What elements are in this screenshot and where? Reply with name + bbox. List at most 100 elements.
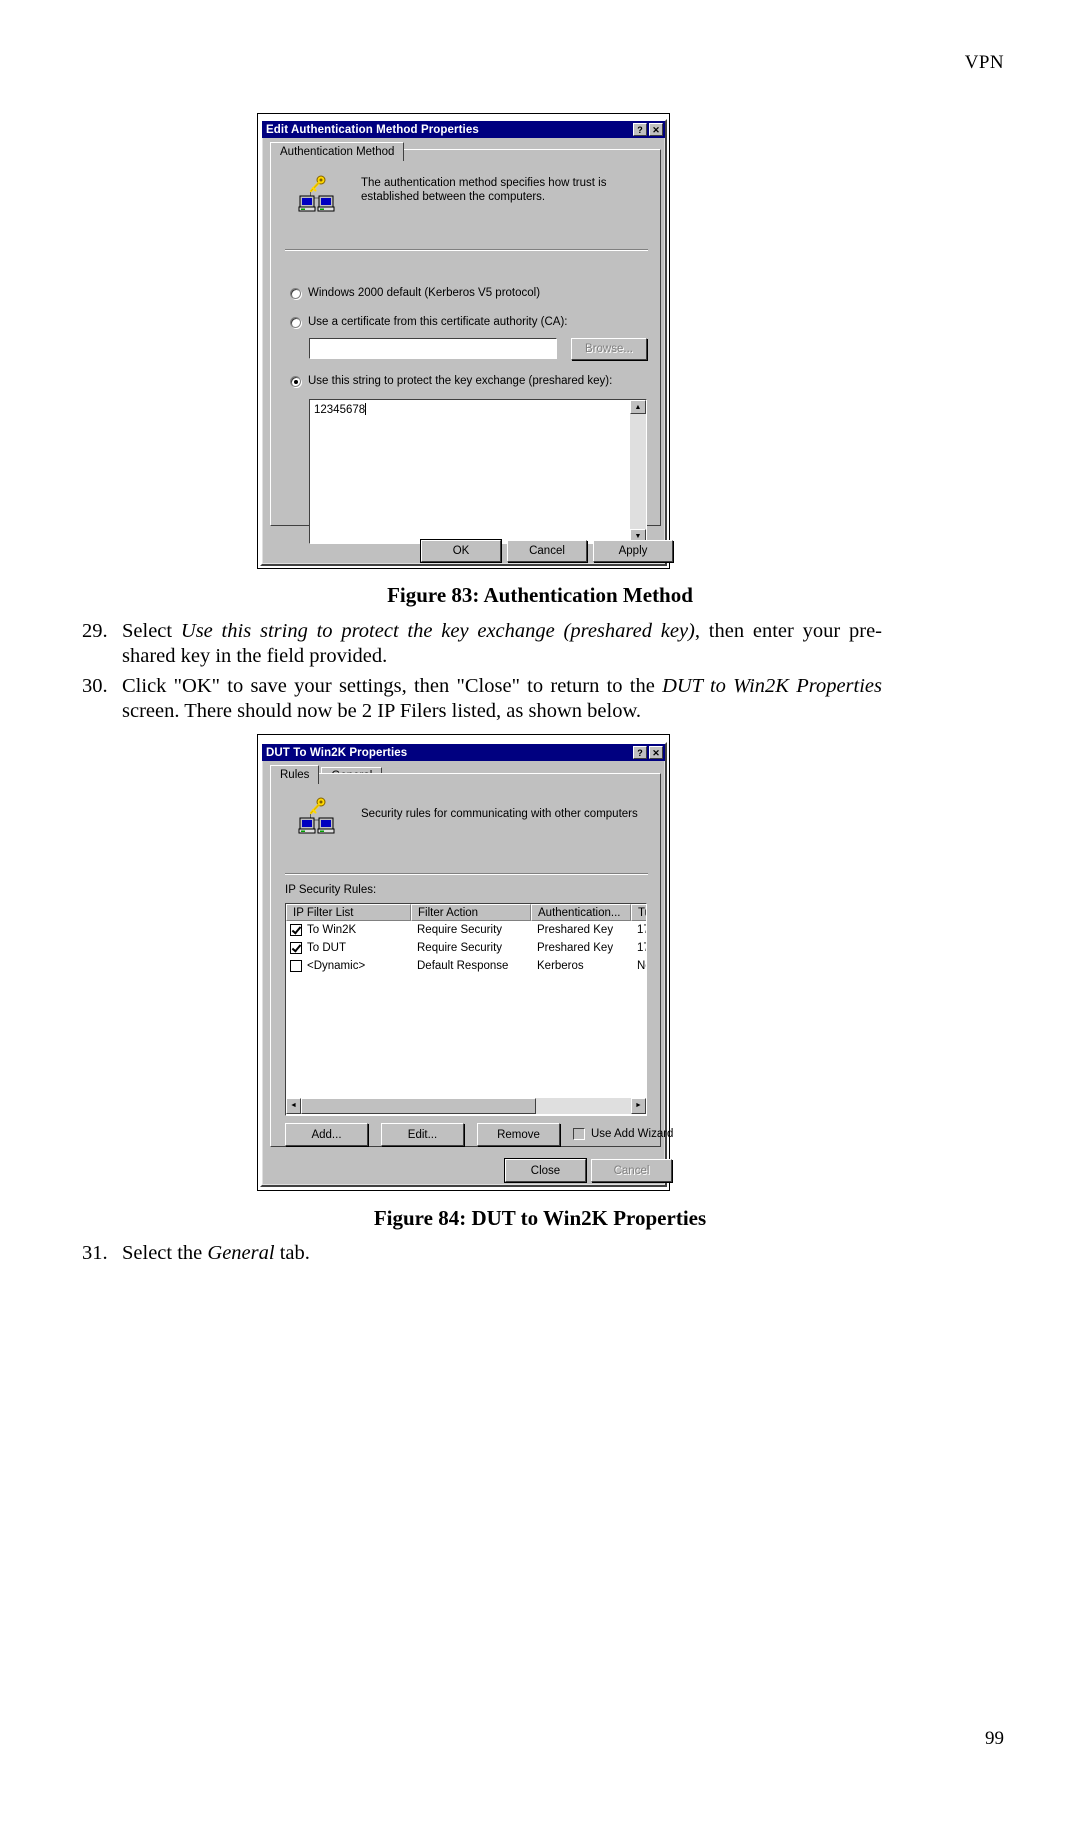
apply-button[interactable]: Apply — [593, 540, 673, 562]
use-add-wizard-label: Use Add Wizard — [591, 1128, 674, 1140]
step-text-italic: General — [207, 1242, 275, 1264]
cell-text: To DUT — [307, 942, 346, 954]
step-text-part2: screen. There should now be 2 IP Filers … — [122, 700, 642, 722]
dialog-titlebar: DUT To Win2K Properties ? ✕ — [262, 744, 665, 761]
scroll-right-icon[interactable]: ► — [631, 1098, 646, 1114]
step-text-part1: Select — [122, 620, 181, 642]
ok-button[interactable]: OK — [421, 540, 501, 562]
radio-button-indicator[interactable] — [290, 288, 301, 299]
key-and-computers-icon — [297, 174, 337, 212]
rules-description: Security rules for communicating with ot… — [361, 808, 638, 820]
add-button[interactable]: Add... — [285, 1123, 368, 1146]
step-30: 30. Click "OK" to save your settings, th… — [82, 674, 882, 724]
scrollbar-thumb[interactable] — [301, 1098, 536, 1114]
cell-ip-filter-list: To Win2K — [286, 924, 411, 936]
key-and-computers-icon — [297, 796, 337, 834]
dut-to-win2k-properties-dialog: DUT To Win2K Properties ? ✕ Rules Genera… — [260, 742, 673, 1187]
cell-tunnel: 17 — [637, 924, 646, 936]
row-checkbox[interactable] — [290, 960, 302, 972]
step-number: 30. — [82, 675, 108, 697]
radio-label: Windows 2000 default (Kerberos V5 protoc… — [308, 287, 541, 299]
step-text-part1: Click "OK" to save your settings, then "… — [122, 675, 663, 697]
step-number: 31. — [82, 1242, 108, 1264]
use-add-wizard-checkbox[interactable] — [573, 1128, 585, 1140]
column-header-filter-action[interactable]: Filter Action — [411, 904, 531, 921]
text-caret — [365, 403, 367, 415]
listview-header-row: IP Filter List Filter Action Authenticat… — [286, 904, 646, 921]
radio-windows-2000-default[interactable]: Windows 2000 default (Kerberos V5 protoc… — [290, 287, 540, 299]
radio-use-preshared-key[interactable]: Use this string to protect the key excha… — [290, 375, 612, 387]
separator-line — [285, 249, 648, 251]
step-text: Select Use this string to protect the ke… — [122, 619, 882, 669]
cell-tunnel: 17 — [637, 942, 646, 954]
step-text: Click "OK" to save your settings, then "… — [122, 674, 882, 724]
use-add-wizard-checkbox-row[interactable]: Use Add Wizard — [573, 1128, 673, 1140]
dialog-titlebar: Edit Authentication Method Properties ? … — [262, 121, 665, 138]
step-31: 31. Select the General tab. — [82, 1241, 882, 1266]
close-icon[interactable]: ✕ — [649, 746, 663, 759]
preshared-key-value: 12345678 — [314, 404, 366, 416]
cancel-button[interactable]: Cancel — [591, 1159, 672, 1182]
figure-84-image-frame: DUT To Win2K Properties ? ✕ Rules Genera… — [257, 734, 673, 1191]
close-icon[interactable]: ✕ — [649, 123, 663, 136]
listview-horizontal-scrollbar[interactable]: ◄ ► — [286, 1098, 646, 1114]
help-icon[interactable]: ? — [633, 746, 647, 759]
ip-security-rules-listview[interactable]: IP Filter List Filter Action Authenticat… — [285, 903, 647, 1116]
ip-security-rules-label: IP Security Rules: — [285, 884, 377, 896]
step-text-italic: DUT to Win2K Properties — [662, 675, 882, 697]
radio-use-certificate-authority[interactable]: Use a certificate from this certificate … — [290, 316, 567, 328]
page-header-vpn: VPN — [964, 52, 1004, 73]
tab-panel-rules: Security rules for communicating with ot… — [270, 773, 673, 1147]
column-header-authentication[interactable]: Authentication... — [531, 904, 631, 921]
close-button[interactable]: Close — [505, 1159, 586, 1182]
step-text: Select the General tab. — [122, 1241, 882, 1266]
cell-tunnel: Nc — [637, 960, 646, 972]
radio-label: Use this string to protect the key excha… — [308, 375, 613, 387]
cell-filter-action: Default Response — [417, 960, 509, 972]
cell-ip-filter-list: To DUT — [286, 942, 411, 954]
dialog-title: DUT To Win2K Properties — [266, 746, 408, 759]
page-number: 99 — [985, 1728, 1004, 1749]
table-row[interactable]: To DUT Require Security Preshared Key 17 — [286, 939, 646, 957]
help-icon[interactable]: ? — [633, 123, 647, 136]
table-row[interactable]: <Dynamic> Default Response Kerberos Nc — [286, 957, 646, 975]
remove-button[interactable]: Remove — [477, 1123, 560, 1146]
cell-text: To Win2K — [307, 924, 357, 936]
step-29: 29. Select Use this string to protect th… — [82, 619, 882, 669]
tab-authentication-method[interactable]: Authentication Method — [270, 142, 405, 161]
column-header-tunnel[interactable]: Tu — [631, 904, 646, 921]
preshared-key-textarea[interactable]: 12345678 — [309, 399, 647, 544]
figure-83-image-frame: Edit Authentication Method Properties ? … — [257, 113, 673, 569]
separator-line — [285, 873, 648, 875]
row-checkbox[interactable] — [290, 924, 302, 936]
edit-button[interactable]: Edit... — [381, 1123, 464, 1146]
certificate-authority-input[interactable] — [309, 338, 557, 359]
cell-authentication: Kerberos — [537, 960, 584, 972]
step-number: 29. — [82, 620, 108, 642]
scroll-up-icon[interactable]: ▲ — [630, 400, 646, 414]
table-row[interactable]: To Win2K Require Security Preshared Key … — [286, 921, 646, 939]
cell-authentication: Preshared Key — [537, 942, 614, 954]
column-header-ip-filter-list[interactable]: IP Filter List — [286, 904, 411, 921]
authentication-method-description: The authentication method specifies how … — [361, 177, 607, 203]
dialog-title: Edit Authentication Method Properties — [266, 123, 479, 136]
cell-ip-filter-list: <Dynamic> — [286, 960, 411, 972]
tab-panel-authentication-method: The authentication method specifies how … — [270, 149, 661, 544]
scrollbar-track[interactable] — [536, 1098, 631, 1114]
preshared-key-scrollbar[interactable]: ▲ ▼ — [630, 400, 646, 543]
figure-83-caption: Figure 83: Authentication Method — [387, 583, 693, 607]
scrollbar-track[interactable] — [630, 414, 646, 529]
cell-text: <Dynamic> — [307, 960, 366, 972]
cancel-button[interactable]: Cancel — [507, 540, 587, 562]
cell-authentication: Preshared Key — [537, 924, 614, 936]
edit-authentication-method-dialog: Edit Authentication Method Properties ? … — [260, 119, 673, 566]
row-checkbox[interactable] — [290, 942, 302, 954]
tab-rules[interactable]: Rules — [270, 765, 320, 784]
cell-filter-action: Require Security — [417, 942, 503, 954]
figure-84-caption: Figure 84: DUT to Win2K Properties — [373, 1206, 707, 1230]
radio-button-indicator[interactable] — [290, 317, 301, 328]
scroll-left-icon[interactable]: ◄ — [286, 1098, 301, 1114]
browse-button[interactable]: Browse... — [571, 338, 647, 360]
radio-button-indicator[interactable] — [290, 376, 301, 387]
radio-label: Use a certificate from this certificate … — [308, 316, 568, 328]
